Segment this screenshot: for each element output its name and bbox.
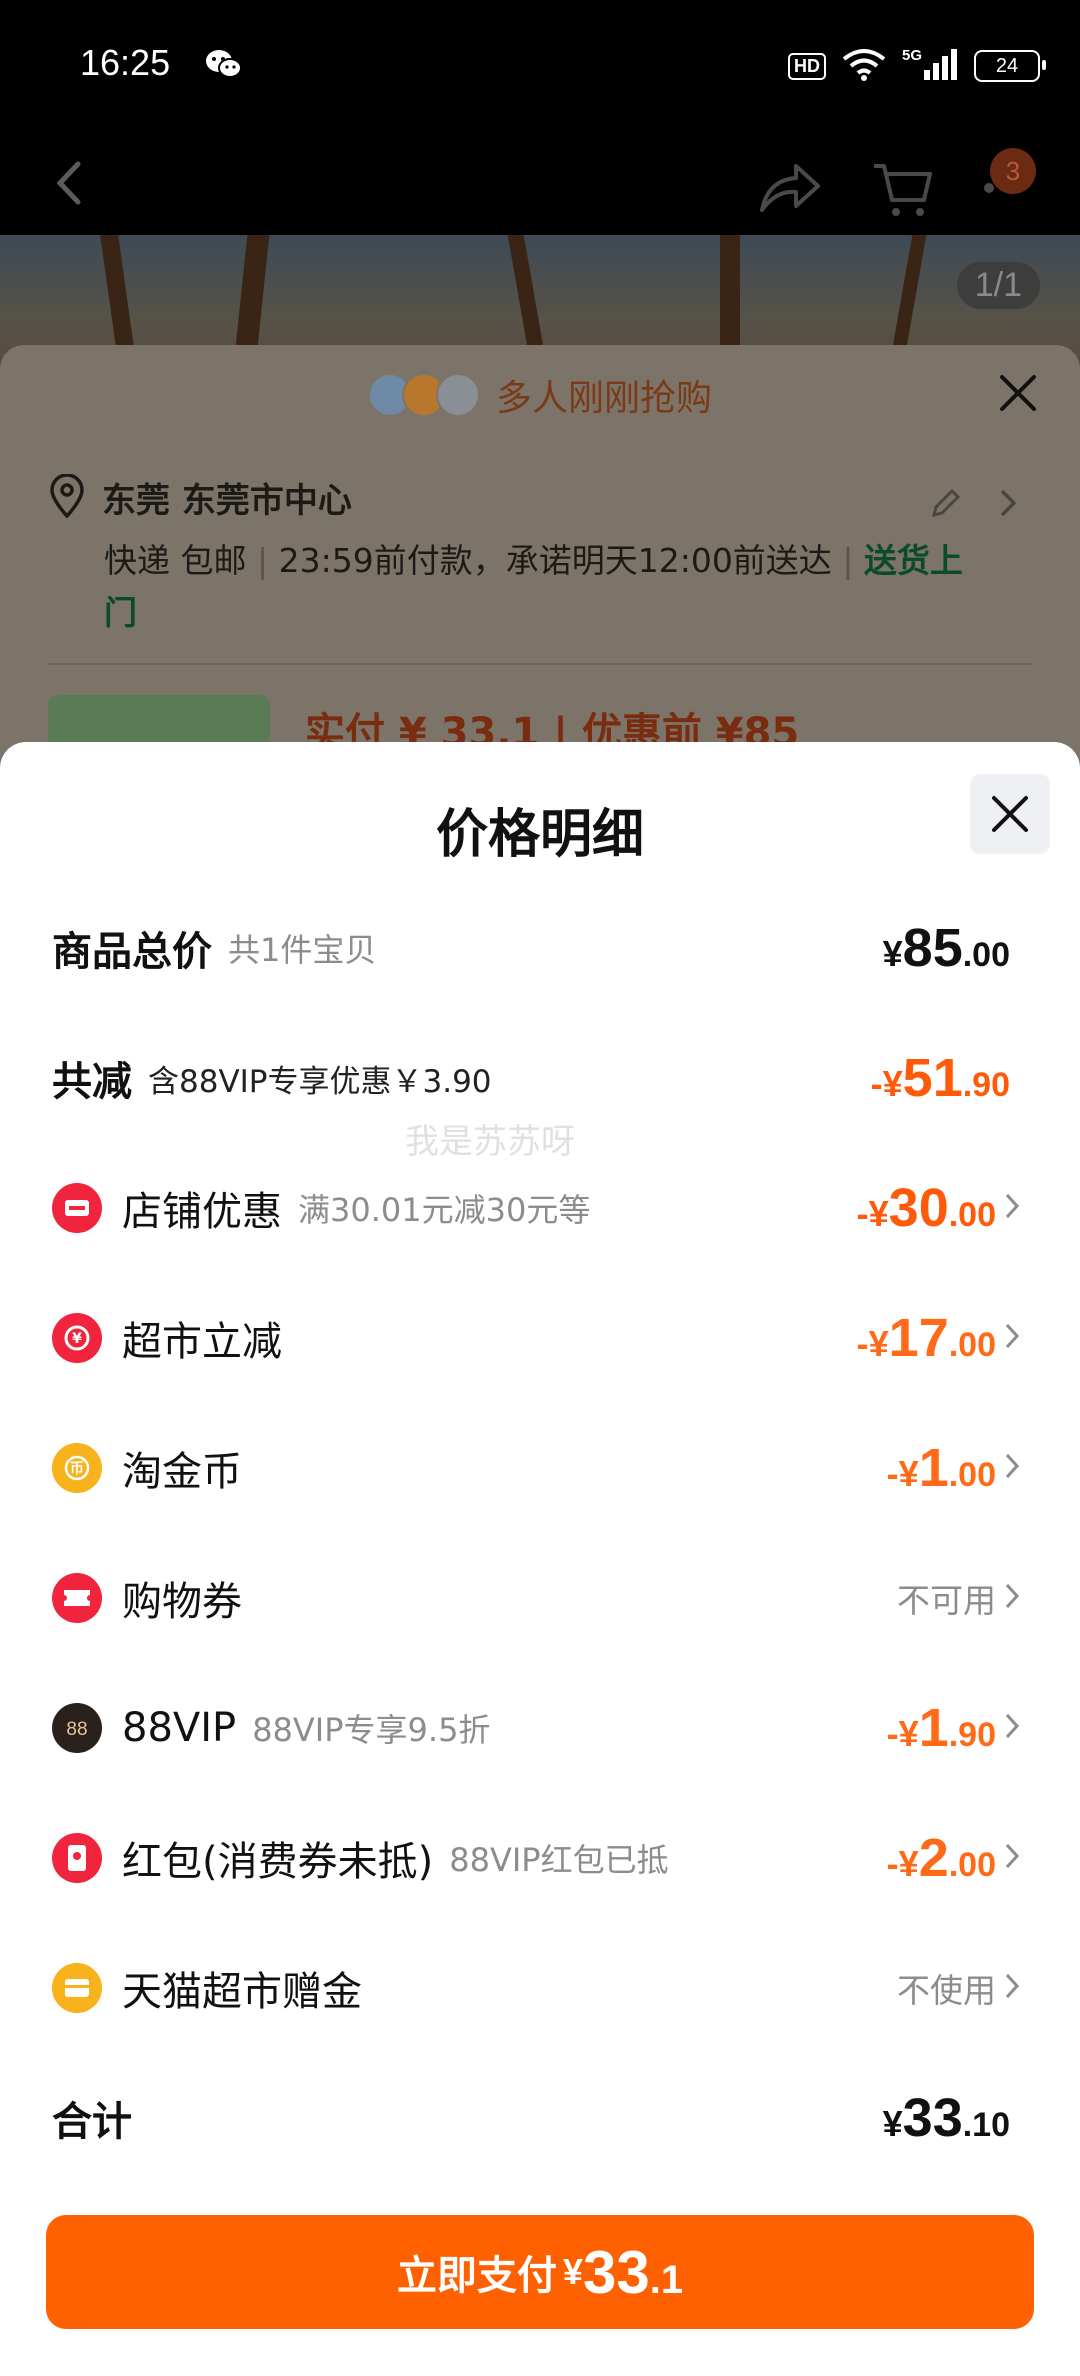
- tmall-gift-money-icon: [52, 1963, 102, 2013]
- row-status: 不使用: [897, 1971, 996, 2010]
- pay-label: 立即支付: [396, 2253, 557, 2299]
- pay-int: 33: [582, 2238, 650, 2306]
- separator: |: [257, 541, 279, 580]
- buyer-avatars: [367, 373, 480, 417]
- row-sub: 满30.01元减30元等: [298, 1191, 591, 1229]
- cart-count-badge: 3: [990, 148, 1036, 194]
- row-label: 天猫超市赠金: [122, 1969, 362, 2015]
- chevron-right-icon: [1004, 1842, 1020, 1874]
- network-label: 5G: [902, 47, 922, 64]
- top-nav: [0, 130, 1080, 235]
- discount-row-taojinbi[interactable]: 币 淘金币 -¥ 1.00: [0, 1428, 1080, 1508]
- 88vip-icon: 88: [52, 1703, 102, 1753]
- chevron-right-icon[interactable]: [998, 487, 1018, 523]
- svg-text:¥: ¥: [72, 1331, 82, 1347]
- row-label: 店铺优惠: [122, 1189, 282, 1235]
- pay-dec: .1: [649, 2258, 684, 2302]
- row-label: 购物券: [122, 1579, 242, 1625]
- discount-row-88vip[interactable]: 88 88VIP 88VIP专享9.5折 -¥ 1.90: [0, 1688, 1080, 1768]
- watermark: 我是苏苏呀: [405, 1122, 575, 1162]
- close-icon[interactable]: [998, 373, 1038, 417]
- shipping-method: 快递 包邮: [104, 541, 247, 580]
- row-amount: -¥ 2.00: [886, 1828, 996, 1888]
- row-sub: 88VIP红包已抵: [449, 1841, 669, 1879]
- taojinbi-coin-icon: 币: [52, 1443, 102, 1493]
- svg-text:88: 88: [66, 1719, 87, 1740]
- discount-row-red-packet[interactable]: 红包(消费券未抵) 88VIP红包已抵 -¥ 2.00: [0, 1818, 1080, 1898]
- sum-amount: ¥33.10: [882, 2088, 1010, 2148]
- status-time: 16:25: [80, 42, 171, 83]
- price-detail-modal: 价格明细 我是苏苏呀 商品总价 共1件宝贝 ¥85.00 共减 含88VIP专享…: [0, 742, 1080, 2376]
- image-counter: 1/1: [956, 262, 1040, 309]
- modal-close-button[interactable]: [970, 774, 1050, 854]
- chevron-right-icon: [1004, 1322, 1020, 1354]
- avatar: [435, 373, 480, 417]
- wechat-notification-icon: [205, 48, 243, 84]
- status-bar: 16:25 HD 5G 24: [0, 0, 1080, 130]
- divider: [48, 663, 1032, 665]
- row-amount: -¥ 17.00: [856, 1308, 996, 1368]
- grab-banner: 多人刚刚抢购: [0, 345, 1080, 445]
- back-arrow-icon[interactable]: [50, 160, 90, 210]
- row-sub: 88VIP专享9.5折: [252, 1711, 491, 1749]
- row-amount: -¥ 1.00: [886, 1438, 996, 1498]
- battery-icon: 24: [974, 50, 1046, 82]
- goods-total-row: 商品总价 共1件宝贝 ¥85.00: [0, 908, 1080, 988]
- discount-row-tmall-gift[interactable]: 天猫超市赠金 不使用: [0, 1948, 1080, 2028]
- chevron-right-icon: [1004, 1582, 1020, 1614]
- shop-coupon-icon: [52, 1183, 102, 1233]
- svg-text:币: 币: [70, 1461, 84, 1477]
- wifi-icon: [842, 47, 886, 85]
- row-amount: -¥ 30.00: [856, 1178, 996, 1238]
- pay-yen: ¥: [562, 2251, 583, 2292]
- sum-row: 合计 ¥33.10: [0, 2078, 1080, 2158]
- discount-row-shop[interactable]: 店铺优惠 满30.01元减30元等 -¥ 30.00: [0, 1168, 1080, 1248]
- shipping-deadline: 23:59前付款，承诺明天12:00前送达: [278, 541, 832, 580]
- row-status: 不可用: [897, 1581, 996, 1620]
- total-discount-label: 共减: [52, 1059, 132, 1105]
- chevron-right-icon: [1004, 1452, 1020, 1484]
- total-discount-amount: -¥ 51.90: [870, 1048, 1010, 1108]
- goods-total-sub: 共1件宝贝: [228, 931, 377, 969]
- red-packet-icon: [52, 1833, 102, 1883]
- pay-now-button[interactable]: 立即支付 ¥ 33 .1: [46, 2215, 1034, 2329]
- cart-icon[interactable]: [872, 160, 934, 224]
- row-label: 淘金币: [122, 1449, 242, 1495]
- address-row[interactable]: 东莞 东莞市中心: [48, 472, 352, 522]
- goods-total-label: 商品总价: [52, 929, 212, 975]
- purchase-sheet: 多人刚刚抢购 东莞 东莞市中心 快递 包邮 | 23:59前付款，承诺明天12:…: [0, 345, 1080, 775]
- location-pin-icon: [48, 472, 86, 522]
- hd-badge: HD: [788, 52, 826, 80]
- row-label: 88VIP: [122, 1705, 237, 1751]
- goods-total-amount: ¥85.00: [882, 918, 1010, 978]
- supermarket-discount-icon: ¥: [52, 1313, 102, 1363]
- close-icon: [992, 796, 1028, 832]
- discount-row-supermarket[interactable]: ¥ 超市立减 -¥ 17.00: [0, 1298, 1080, 1378]
- modal-title: 价格明细: [435, 805, 644, 865]
- chevron-right-icon: [1004, 1712, 1020, 1744]
- row-label: 超市立减: [122, 1319, 282, 1365]
- edit-pencil-icon[interactable]: [928, 485, 964, 525]
- shipping-info: 快递 包邮 | 23:59前付款，承诺明天12:00前送达 | 送货上门: [104, 535, 984, 639]
- sum-label: 合计: [52, 2099, 132, 2145]
- chevron-right-icon: [1004, 1972, 1020, 2004]
- separator: |: [842, 541, 864, 580]
- signal-5g-icon: 5G: [902, 46, 958, 86]
- shopping-voucher-icon: [52, 1573, 102, 1623]
- total-discount-sub: 含88VIP专享优惠￥3.90: [148, 1063, 492, 1100]
- row-label: 红包(消费券未抵): [122, 1839, 434, 1885]
- row-amount: -¥ 1.90: [886, 1698, 996, 1758]
- share-icon[interactable]: [758, 160, 822, 220]
- total-discount-row: 共减 含88VIP专享优惠￥3.90 -¥ 51.90: [0, 1038, 1080, 1118]
- grab-text: 多人刚刚抢购: [495, 378, 712, 419]
- chevron-right-icon: [1004, 1192, 1020, 1224]
- discount-row-voucher[interactable]: 购物券 不可用: [0, 1558, 1080, 1638]
- address-text: 东莞 东莞市中心: [102, 481, 352, 521]
